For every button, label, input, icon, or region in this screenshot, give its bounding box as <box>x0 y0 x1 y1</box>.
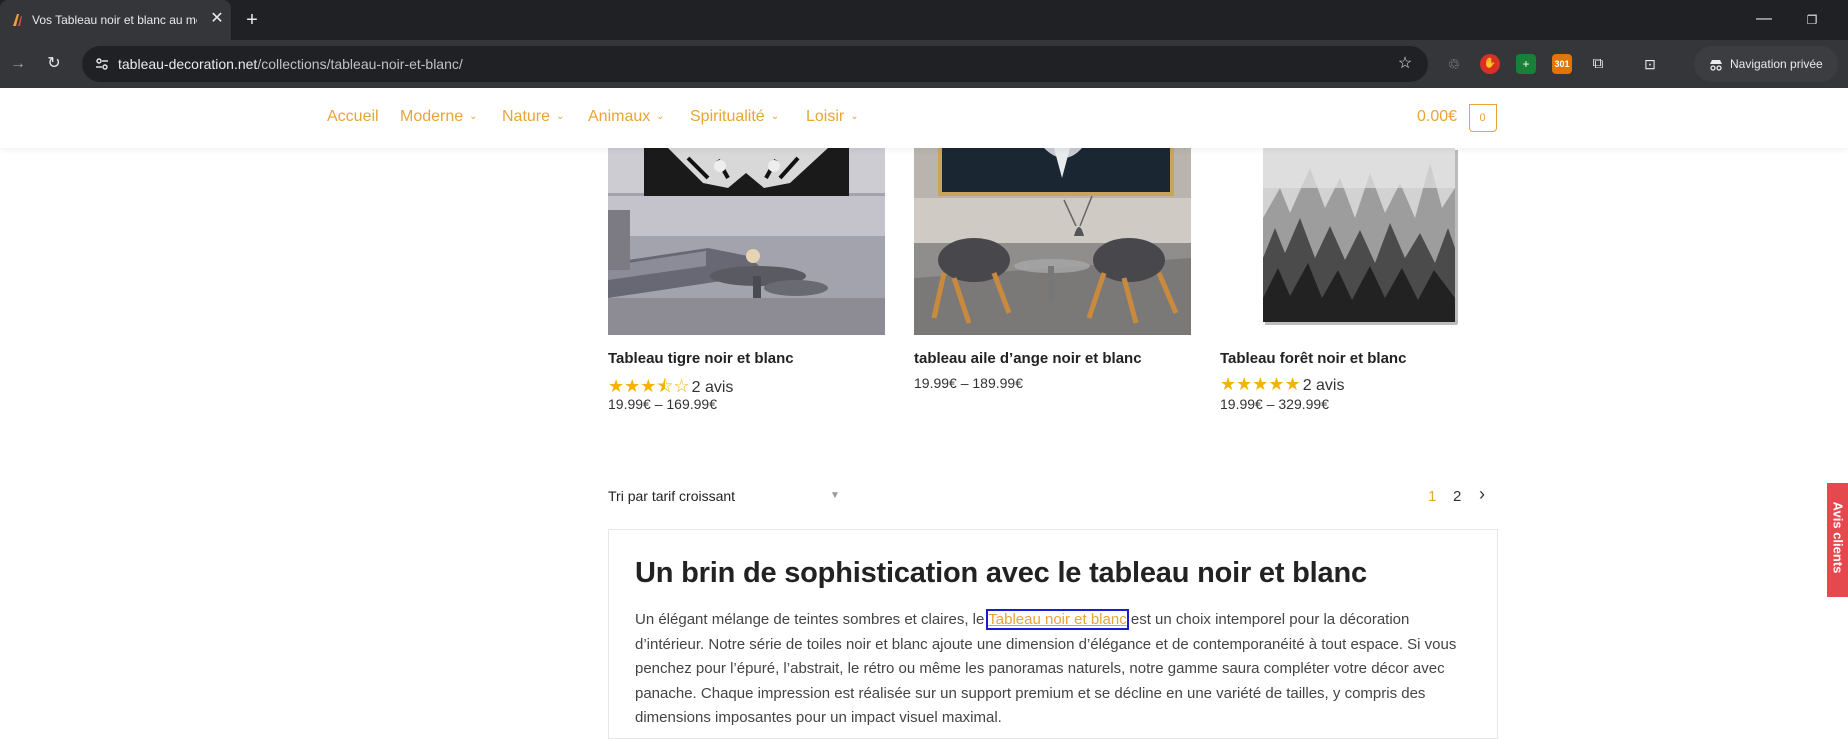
cart-icon[interactable]: 0 <box>1469 104 1497 132</box>
chevron-down-icon: ⌄ <box>770 111 780 122</box>
minimize-icon[interactable]: — <box>1752 10 1776 30</box>
dropdown-caret-icon: ▼ <box>830 490 840 501</box>
cart-count: 0 <box>1479 112 1486 124</box>
review-count[interactable]: 2 avis <box>1303 377 1345 394</box>
chevron-down-icon: ⌄ <box>469 111 478 122</box>
pagination-next-icon[interactable]: › <box>1479 484 1485 505</box>
browser-toolbar: → ↻ tableau-decoration.net/collections/t… <box>0 40 1848 88</box>
close-tab-icon[interactable]: ✕ <box>207 9 227 29</box>
nav-item-accueil[interactable]: Accueil <box>327 108 379 126</box>
screenshot-icon[interactable]: ⊡ <box>1640 54 1660 74</box>
description-heading: Un brin de sophistication avec le tablea… <box>635 557 1367 589</box>
nav-item-animaux[interactable]: Animaux ⌄ <box>588 108 665 126</box>
product-title[interactable]: Tableau forêt noir et blanc <box>1220 350 1406 367</box>
description-text: Un élégant mélange de teintes sombres et… <box>635 609 1457 726</box>
redirect-extension-icon[interactable]: 301 <box>1552 54 1572 74</box>
chevron-down-icon: ⌄ <box>556 111 565 122</box>
rating-stars-icon: ★★★★★ <box>1220 374 1301 394</box>
product-price: 19.99€ – 189.99€ <box>914 375 1023 391</box>
browser-tab-bar: Vos Tableau noir et blanc au meilleur pr… <box>0 0 1848 40</box>
pagination-page-2[interactable]: 2 <box>1453 488 1461 505</box>
collection-description: Un brin de sophistication avec le tablea… <box>608 529 1498 739</box>
product-image[interactable] <box>914 148 1191 335</box>
address-bar[interactable]: tableau-decoration.net/collections/table… <box>82 46 1428 82</box>
bookmark-star-icon[interactable]: ☆ <box>1393 52 1417 76</box>
pagination-current[interactable]: 1 <box>1428 488 1436 505</box>
product-rating: ★★★★★ 2 avis <box>1220 374 1344 395</box>
product-title[interactable]: tableau aile d’ange noir et blanc <box>914 350 1142 367</box>
nav-item-spiritualite[interactable]: Spiritualité ⌄ <box>690 108 779 126</box>
recycle-extension-icon[interactable]: ♲ <box>1444 54 1464 74</box>
extensions-puzzle-icon[interactable]: ⧉ <box>1588 54 1608 74</box>
chevron-down-icon: ⌄ <box>850 111 859 122</box>
cart-total[interactable]: 0.00€ <box>1417 108 1457 126</box>
incognito-icon <box>1710 60 1722 71</box>
site-favicon-icon <box>13 14 22 26</box>
green-extension-icon[interactable]: + <box>1516 54 1536 74</box>
product-title[interactable]: Tableau tigre noir et blanc <box>608 350 794 367</box>
reload-icon[interactable]: ↻ <box>42 52 66 76</box>
new-tab-icon[interactable]: + <box>240 9 264 31</box>
private-mode-badge[interactable]: Navigation privée <box>1694 46 1838 82</box>
forward-icon[interactable]: → <box>6 52 30 76</box>
chevron-down-icon: ⌄ <box>656 111 665 122</box>
restore-window-icon[interactable]: ❐ <box>1800 10 1824 30</box>
nav-item-moderne[interactable]: Moderne ⌄ <box>400 108 478 126</box>
sort-select[interactable]: Tri par tarif croissant ▼ <box>608 488 848 508</box>
reviews-side-tab[interactable]: Avis clients <box>1827 483 1848 597</box>
stop-extension-icon[interactable]: ✋ <box>1480 54 1500 74</box>
review-count[interactable]: 2 avis <box>692 379 734 396</box>
nav-item-loisir[interactable]: Loisir ⌄ <box>806 108 859 126</box>
tab-title: Vos Tableau noir et blanc au meilleur pr… <box>32 13 197 27</box>
nav-item-nature[interactable]: Nature ⌄ <box>502 108 564 126</box>
product-price: 19.99€ – 329.99€ <box>1220 396 1329 412</box>
product-image[interactable] <box>1220 148 1497 335</box>
browser-tab[interactable]: Vos Tableau noir et blanc au meilleur pr… <box>0 0 231 40</box>
product-image[interactable] <box>608 148 885 335</box>
site-info-icon[interactable] <box>94 56 110 72</box>
product-price: 19.99€ – 169.99€ <box>608 396 717 412</box>
description-link[interactable]: Tableau noir et blanc <box>986 609 1129 630</box>
url-text: tableau-decoration.net/collections/table… <box>118 56 463 72</box>
rating-stars-icon: ★★★⯪☆ <box>608 376 690 396</box>
site-header: Accueil Moderne ⌄ Nature ⌄ Animaux ⌄ Spirit… <box>0 88 1848 148</box>
